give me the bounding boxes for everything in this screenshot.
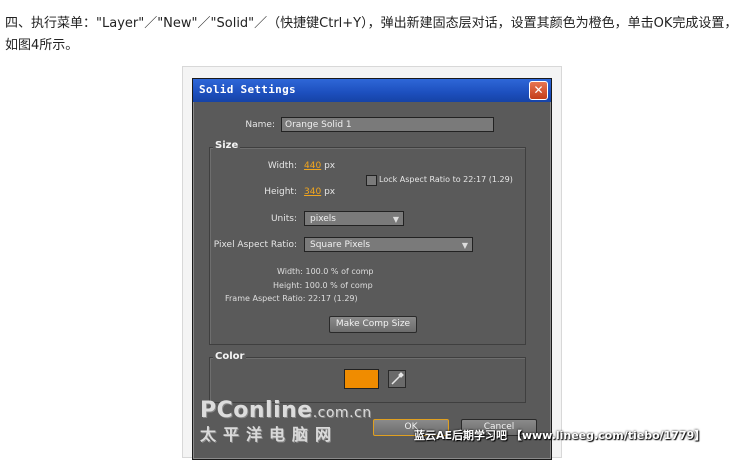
name-label: Name: [245, 120, 275, 130]
site-watermark: 蓝云AE后期学习吧 【www.lineeg.com/tiebo/1779】 [414, 429, 706, 442]
info-height: Height: 100.0 % of comp [273, 281, 373, 290]
par-dropdown[interactable]: Square Pixels ▼ [304, 237, 473, 252]
width-field[interactable]: 440 px [304, 161, 335, 171]
name-input[interactable]: Orange Solid 1 [281, 117, 494, 132]
height-field[interactable]: 340 px [304, 187, 335, 197]
units-label: Units: [270, 214, 297, 224]
info-frame-aspect: Frame Aspect Ratio: 22:17 (1.29) [225, 294, 358, 303]
eyedropper-button[interactable] [388, 370, 406, 388]
pconline-cn-watermark: 太平洋电脑网 [200, 425, 339, 444]
chevron-down-icon: ▼ [392, 215, 399, 224]
close-icon[interactable]: ✕ [529, 81, 548, 100]
intro-text: 四、执行菜单："Layer"／"New"／"Solid"／（快捷键Ctrl+Y）… [5, 16, 738, 53]
color-group-title: Color [213, 351, 247, 362]
pconline-suffix: .com.cn [312, 405, 372, 421]
height-unit: px [324, 187, 336, 197]
make-comp-size-button[interactable]: Make Comp Size [329, 316, 417, 333]
dialog-titlebar[interactable]: Solid Settings ✕ [193, 79, 551, 102]
dialog-title: Solid Settings [199, 83, 296, 96]
lock-aspect-label: Lock Aspect Ratio to 22:17 (1.29) [379, 175, 513, 184]
par-label: Pixel Aspect Ratio: [213, 240, 297, 250]
eyedropper-icon [391, 372, 404, 385]
height-value[interactable]: 340 [304, 187, 321, 197]
units-dropdown[interactable]: pixels ▼ [304, 211, 404, 226]
height-label: Height: [264, 187, 297, 197]
width-value[interactable]: 440 [304, 161, 321, 171]
lock-aspect-checkbox[interactable] [366, 175, 377, 186]
color-swatch[interactable] [344, 369, 379, 389]
width-unit: px [324, 161, 336, 171]
size-group-title: Size [213, 140, 241, 151]
units-value: pixels [310, 214, 336, 224]
width-label: Width: [267, 161, 297, 171]
pconline-text: PConline [200, 398, 313, 423]
info-width: Width: 100.0 % of comp [277, 267, 374, 276]
pconline-watermark: PConline.com.cn [200, 398, 372, 423]
chevron-down-icon: ▼ [461, 241, 468, 250]
par-value: Square Pixels [310, 240, 371, 250]
